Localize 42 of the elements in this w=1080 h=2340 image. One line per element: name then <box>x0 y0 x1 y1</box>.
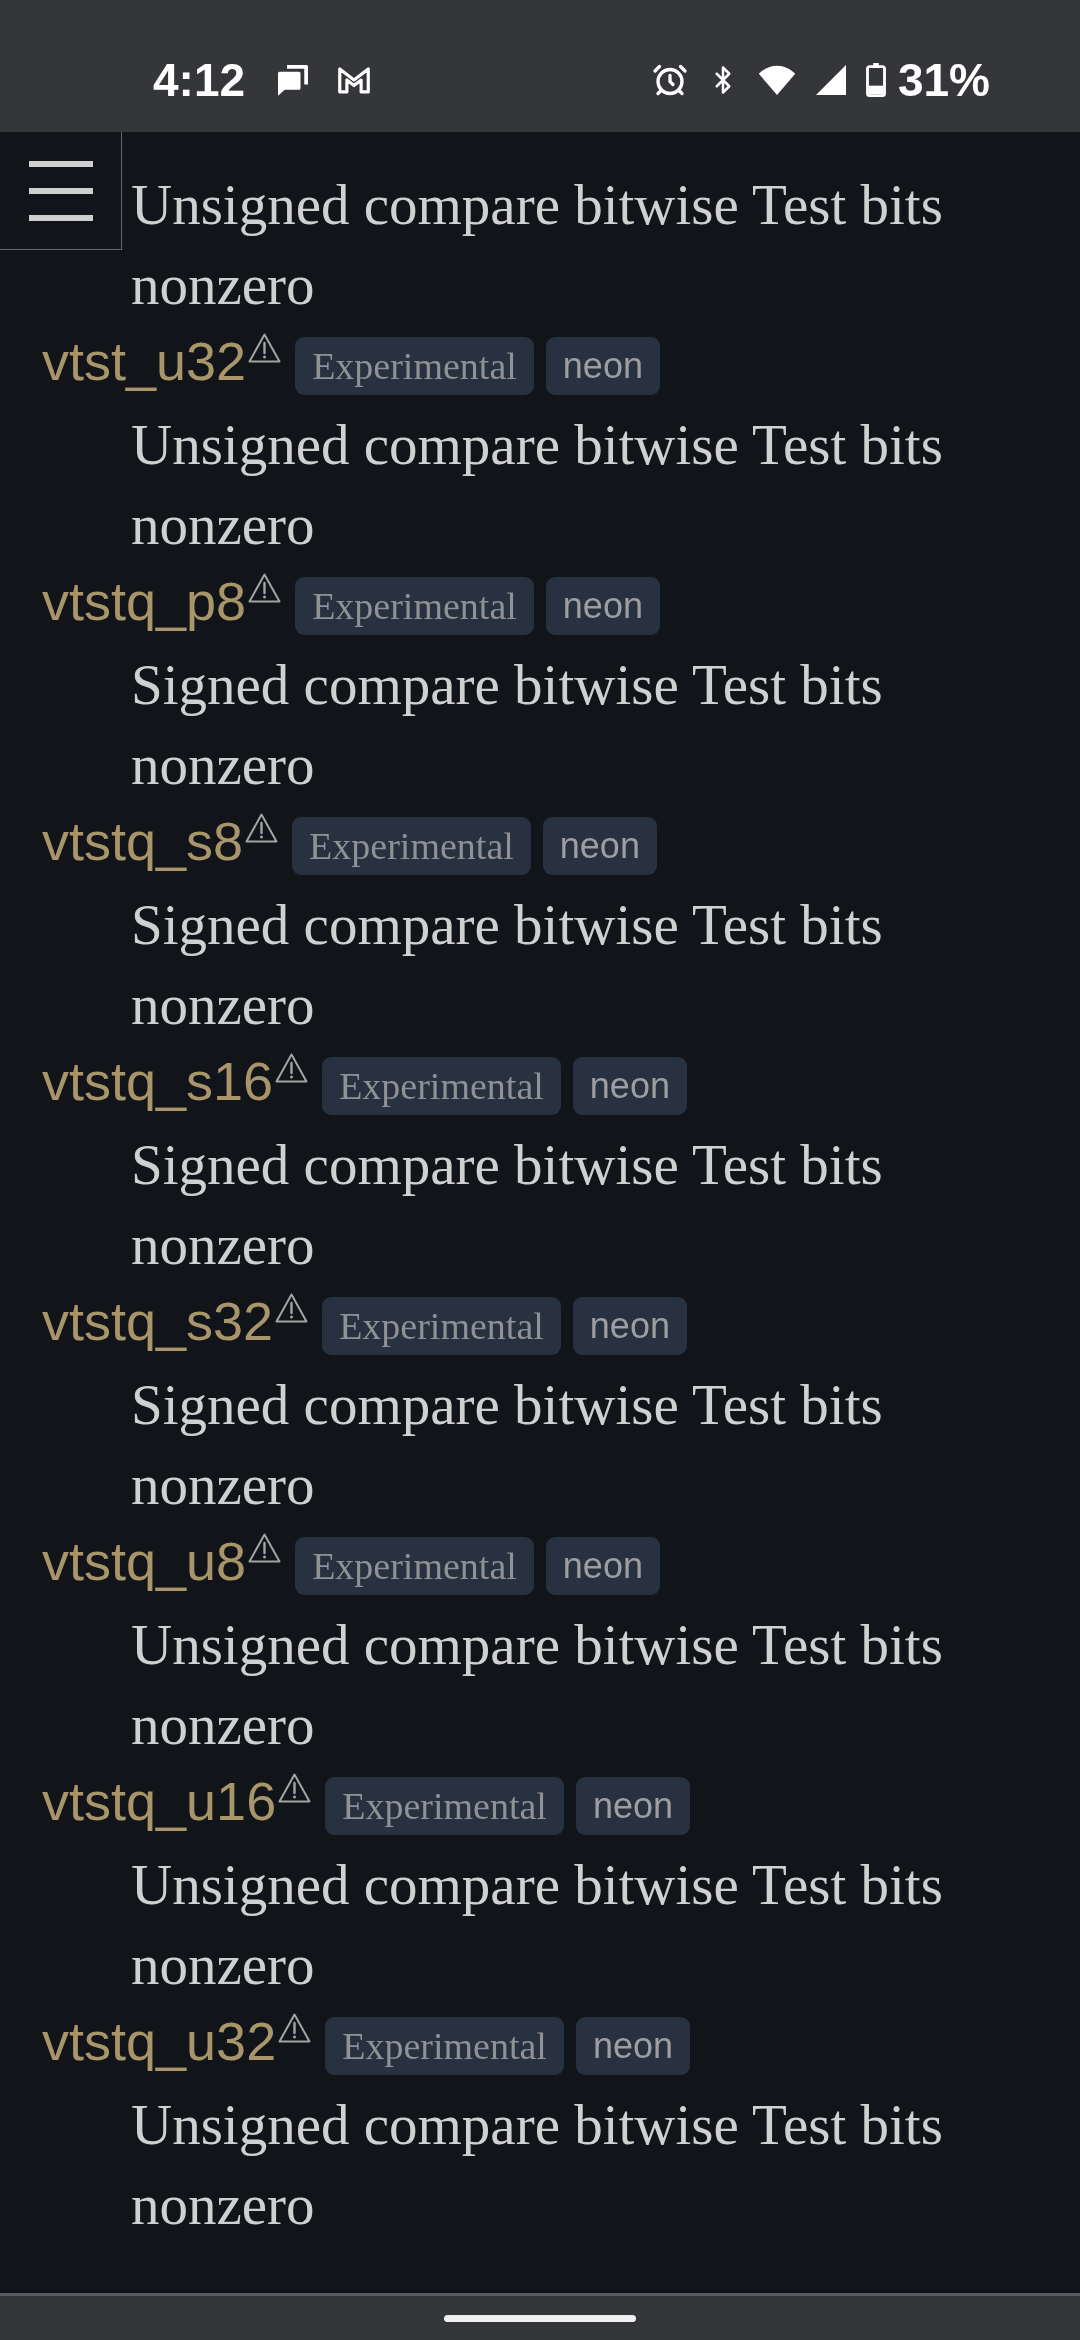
function-link[interactable]: vtstq_s16 <box>42 1045 274 1117</box>
feature-tag: neon <box>545 1537 660 1595</box>
wifi-icon <box>757 64 796 96</box>
item-description: Unsigned compare bitwise Test bits nonzero <box>131 1612 944 1758</box>
battery-icon <box>865 63 886 97</box>
feature-tag: neon <box>545 577 660 635</box>
item-description: Signed compare bitwise Test bits nonzero <box>131 1132 884 1278</box>
menu-button[interactable] <box>0 132 122 250</box>
function-link[interactable]: vtstq_u8 <box>42 1525 247 1597</box>
status-tag: Experimental <box>325 1777 564 1835</box>
item-description: Unsigned compare bitwise Test bits nonzero <box>131 172 944 318</box>
item-description: Signed compare bitwise Test bits nonzero <box>131 652 884 798</box>
menu-icon <box>28 160 93 221</box>
function-link[interactable]: vtstq_p8 <box>42 565 247 637</box>
feature-tag: neon <box>545 337 660 395</box>
feature-tag: neon <box>572 1297 687 1355</box>
feature-tag: neon <box>575 1777 690 1835</box>
function-link[interactable]: vtstq_u32 <box>42 2005 277 2077</box>
feature-tag: neon <box>572 1057 687 1115</box>
home-handle[interactable] <box>444 2314 636 2322</box>
item-description: Signed compare bitwise Test bits nonzero <box>131 1372 884 1518</box>
function-link[interactable]: vtstq_s32 <box>42 1285 274 1357</box>
status-tag: Experimental <box>295 577 534 635</box>
status-time: 4:12 <box>153 57 246 103</box>
function-link[interactable]: vtstq_u16 <box>42 1765 277 1837</box>
function-link[interactable]: vtst_u32 <box>42 325 247 397</box>
battery-percent: 31% <box>897 57 990 103</box>
feature-tag: neon <box>542 817 657 875</box>
signal-icon <box>815 65 846 95</box>
status-tag: Experimental <box>322 1297 561 1355</box>
item-description: Unsigned compare bitwise Test bits nonzero <box>131 2092 944 2238</box>
item-description: Signed compare bitwise Test bits nonzero <box>131 892 884 1038</box>
status-tag: Experimental <box>292 817 531 875</box>
status-tag: Experimental <box>322 1057 561 1115</box>
status-tag: Experimental <box>295 1537 534 1595</box>
status-tag: Experimental <box>295 337 534 395</box>
status-tag: Experimental <box>325 2017 564 2075</box>
item-description: Unsigned compare bitwise Test bits nonzero <box>131 412 944 558</box>
function-link[interactable]: vtstq_s8 <box>42 805 244 877</box>
item-description: Unsigned compare bitwise Test bits nonzero <box>131 1852 944 1998</box>
feature-tag: neon <box>575 2017 690 2075</box>
alarm-icon <box>651 62 688 98</box>
